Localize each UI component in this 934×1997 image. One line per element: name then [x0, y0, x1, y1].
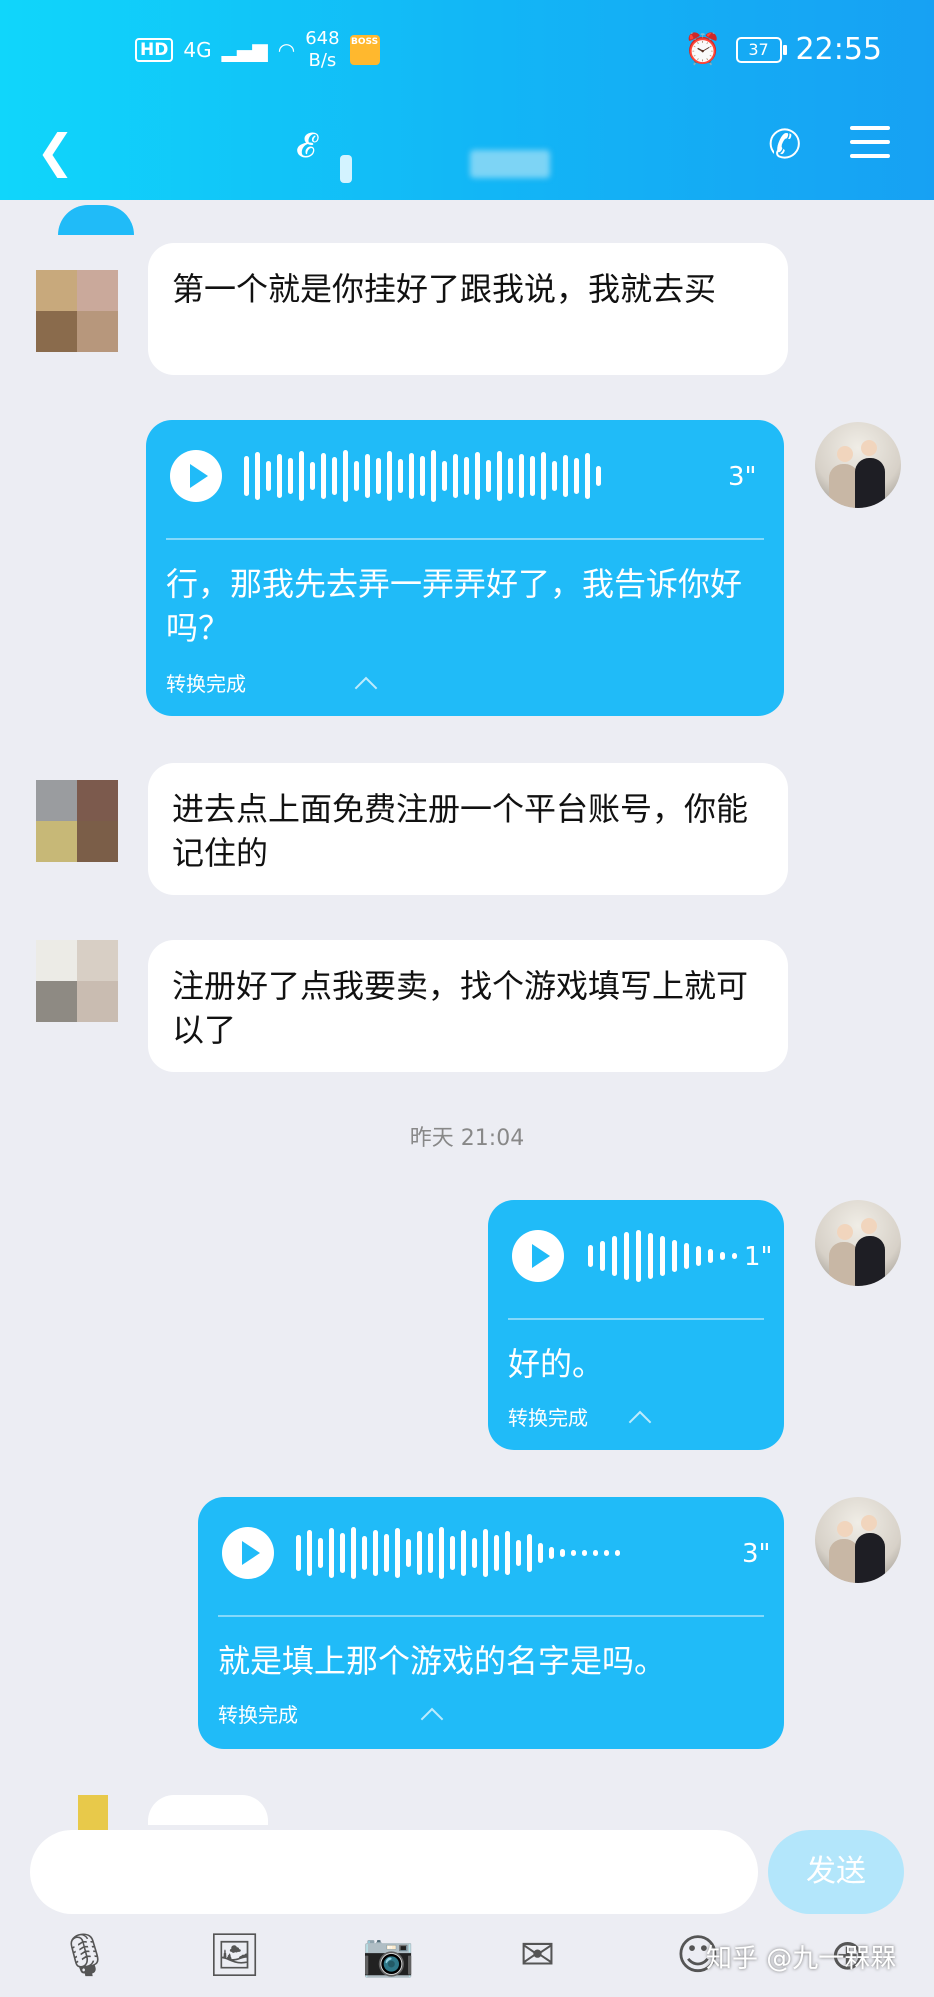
timestamp: 昨天 21:04 [409, 1126, 525, 1151]
play-icon[interactable] [222, 1527, 274, 1579]
collapse-icon[interactable] [420, 1707, 444, 1731]
contact-avatar[interactable] [36, 940, 118, 1022]
voice-message-bubble[interactable]: 1" 好的。 转换完成 [488, 1200, 784, 1450]
voice-duration: 3" [728, 462, 757, 492]
top-bar: HD 4G ▂▄▆ ◠ 648 B/s BOSS ⏰ 37 22:55 ❮ 𝓔 … [0, 0, 934, 200]
message-text: 注册好了点我要卖，找个游戏填写上就可以了 [172, 967, 749, 1049]
signal-icon: ▂▄▆ [221, 38, 268, 62]
hd-badge: HD [135, 38, 174, 62]
conversion-status: 转换完成 [166, 672, 246, 696]
message-bubble[interactable]: 进去点上面免费注册一个平台账号，你能记住的 [148, 763, 788, 895]
voice-message-bubble[interactable]: 3" 行，那我先去弄一弄弄好了，我告诉你好吗？ 转换完成 [146, 420, 784, 716]
divider [166, 538, 764, 540]
collapse-icon[interactable] [354, 676, 378, 700]
blurred-contact-name-2 [470, 150, 550, 178]
voice-message-bubble[interactable]: 3" 就是填上那个游戏的名字是吗。 转换完成 [198, 1497, 784, 1749]
message-input[interactable] [30, 1830, 758, 1914]
message-text: 第一个就是你挂好了跟我说，我就去买 [172, 270, 717, 308]
voice-transcript: 好的。 [508, 1345, 605, 1383]
message-text: 进去点上面免费注册一个平台账号，你能记住的 [172, 790, 749, 872]
voice-waveform [296, 1527, 620, 1579]
voice-waveform [244, 450, 601, 502]
menu-icon[interactable] [850, 126, 890, 168]
image-icon[interactable]: 🖼 [208, 1930, 261, 1980]
voice-waveform [588, 1230, 737, 1282]
voice-duration: 3" [742, 1539, 771, 1569]
camera-icon[interactable]: 📷 [362, 1930, 414, 1980]
battery-indicator: 37 [735, 36, 787, 63]
play-icon[interactable] [170, 450, 222, 502]
contact-avatar[interactable] [36, 270, 118, 352]
conversion-status: 转换完成 [218, 1703, 298, 1727]
divider [508, 1318, 764, 1320]
collapse-icon[interactable] [628, 1410, 652, 1434]
mic-icon[interactable]: 🎙 [58, 1930, 111, 1980]
divider [218, 1615, 764, 1617]
contact-avatar[interactable] [36, 780, 118, 862]
boss-app-icon: BOSS [349, 35, 380, 65]
status-bar: HD 4G ▂▄▆ ◠ 648 B/s BOSS ⏰ 37 22:55 [0, 0, 934, 100]
red-packet-icon[interactable]: ✉ [520, 1930, 555, 1979]
partial-bubble-top [58, 205, 134, 235]
alarm-icon: ⏰ [684, 32, 722, 67]
voice-duration: 1" [744, 1242, 773, 1272]
message-bubble[interactable]: 注册好了点我要卖，找个游戏填写上就可以了 [148, 940, 788, 1072]
voice-transcript: 行，那我先去弄一弄弄好了，我告诉你好吗？ [166, 565, 743, 647]
phone-icon[interactable]: ✆ [768, 122, 802, 168]
conversion-status: 转换完成 [508, 1406, 588, 1430]
voice-transcript: 就是填上那个游戏的名字是吗。 [218, 1642, 667, 1680]
message-bubble[interactable]: 第一个就是你挂好了跟我说，我就去买 [148, 243, 788, 375]
play-icon[interactable] [512, 1230, 564, 1282]
chevron-left-icon[interactable]: ❮ [36, 124, 75, 178]
clock: 22:55 [795, 32, 882, 67]
user-avatar[interactable] [815, 1200, 901, 1286]
send-button[interactable]: 发送 [768, 1830, 904, 1914]
network-indicator: 4G [183, 38, 212, 62]
chat-header: ❮ 𝓔 ✆ [0, 100, 934, 200]
user-avatar[interactable] [815, 422, 901, 508]
network-speed: 648 B/s [305, 28, 340, 71]
ear-icon[interactable]: 𝓔 [296, 126, 315, 166]
wifi-icon: ◠ [277, 38, 296, 62]
watermark: 知乎 @九一槑槑 [706, 1944, 897, 1974]
blurred-contact-name [340, 155, 352, 183]
user-avatar[interactable] [815, 1497, 901, 1583]
